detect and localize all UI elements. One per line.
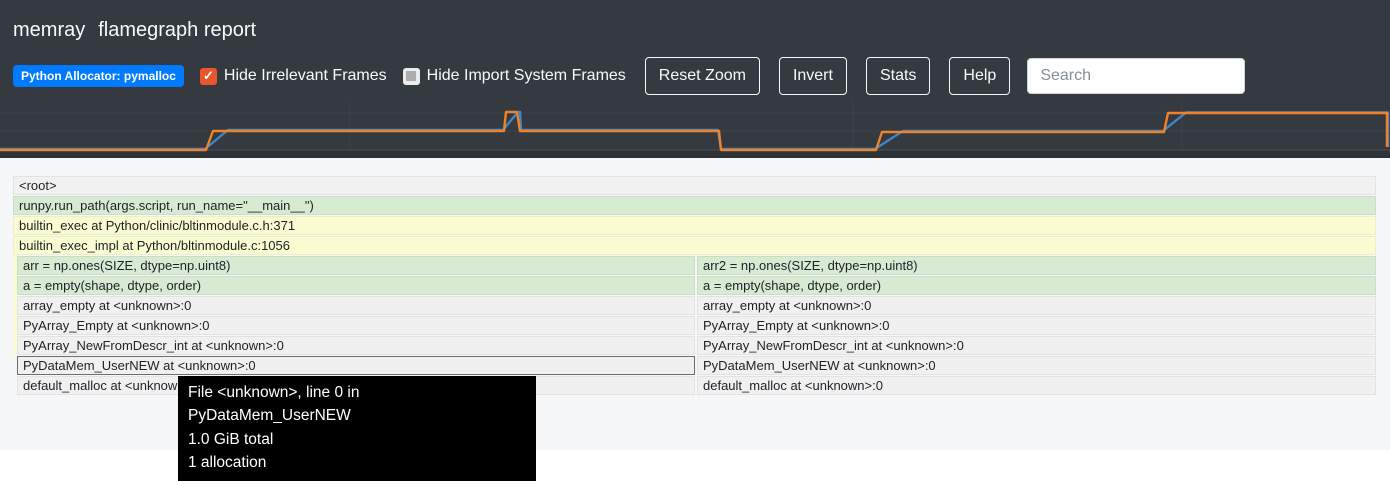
flame-frame[interactable]: runpy.run_path(args.script, run_name="__… — [13, 196, 1376, 215]
main-area: <root>runpy.run_path(args.script, run_na… — [0, 158, 1390, 481]
app-brand: memray — [13, 19, 85, 42]
flamegraph: <root>runpy.run_path(args.script, run_na… — [13, 176, 1376, 396]
flame-frame[interactable]: builtin_exec_impl at Python/bltinmodule.… — [13, 236, 1376, 255]
flame-frame[interactable]: default_malloc at <unknown>:0 — [697, 376, 1376, 395]
page-title: flamegraph report — [98, 19, 256, 42]
flame-frame[interactable]: arr2 = np.ones(SIZE, dtype=np.uint8) — [697, 256, 1376, 275]
memory-usage-graph[interactable] — [0, 100, 1390, 158]
help-button[interactable]: Help — [949, 57, 1010, 95]
hide-irrelevant-frames-checkbox-group[interactable]: ✓ Hide Irrelevant Frames — [200, 67, 387, 85]
flame-frame[interactable]: array_empty at <unknown>:0 — [17, 296, 695, 315]
flame-frame[interactable]: array_empty at <unknown>:0 — [697, 296, 1376, 315]
tooltip-size-line: 1.0 GiB total — [188, 428, 526, 451]
tooltip-location-line: File <unknown>, line 0 in PyDataMem_User… — [188, 381, 526, 428]
flame-frame[interactable]: PyDataMem_UserNEW at <unknown>:0 — [697, 356, 1376, 375]
frame-tooltip: File <unknown>, line 0 in PyDataMem_User… — [178, 376, 536, 481]
toolbar: Python Allocator: pymalloc ✓ Hide Irrele… — [13, 57, 1245, 95]
checkbox-checked-icon[interactable]: ✓ — [200, 68, 217, 85]
flame-frame[interactable]: PyArray_NewFromDescr_int at <unknown>:0 — [17, 336, 695, 355]
tooltip-allocations-line: 1 allocation — [188, 451, 526, 474]
hide-irrelevant-frames-label: Hide Irrelevant Frames — [224, 67, 387, 85]
stats-button[interactable]: Stats — [866, 57, 930, 95]
navbar: memray flamegraph report Python Allocato… — [0, 0, 1390, 158]
flame-frame[interactable]: <root> — [13, 176, 1376, 195]
flame-frame[interactable]: a = empty(shape, dtype, order) — [697, 276, 1376, 295]
flame-frame[interactable]: PyArray_Empty at <unknown>:0 — [697, 316, 1376, 335]
allocator-badge: Python Allocator: pymalloc — [13, 65, 184, 87]
checkbox-unchecked-icon[interactable] — [403, 68, 420, 85]
invert-button[interactable]: Invert — [779, 57, 847, 95]
hide-import-system-frames-checkbox-group[interactable]: Hide Import System Frames — [403, 67, 626, 85]
brand-row: memray flamegraph report — [13, 19, 256, 42]
flame-frame[interactable]: arr = np.ones(SIZE, dtype=np.uint8) — [17, 256, 695, 275]
flame-frame[interactable]: PyDataMem_UserNEW at <unknown>:0 — [17, 356, 695, 375]
flame-frame[interactable]: builtin_exec at Python/clinic/bltinmodul… — [13, 216, 1376, 235]
hide-import-system-frames-label: Hide Import System Frames — [427, 67, 626, 85]
reset-zoom-button[interactable]: Reset Zoom — [645, 57, 760, 95]
flame-frame[interactable]: a = empty(shape, dtype, order) — [17, 276, 695, 295]
flame-frame[interactable]: PyArray_NewFromDescr_int at <unknown>:0 — [697, 336, 1376, 355]
flame-frame[interactable]: PyArray_Empty at <unknown>:0 — [17, 316, 695, 335]
search-input[interactable] — [1027, 58, 1245, 94]
